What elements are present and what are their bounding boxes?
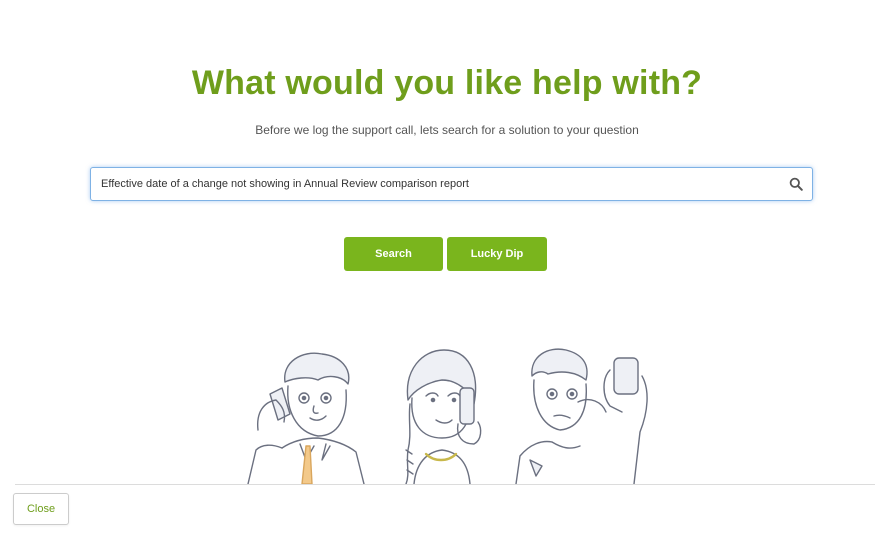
search-icon[interactable] <box>789 177 803 191</box>
lucky-dip-button[interactable]: Lucky Dip <box>447 237 547 271</box>
girl-with-braids-figure <box>405 349 482 484</box>
footer-divider <box>15 484 875 485</box>
page-subtitle: Before we log the support call, lets sea… <box>255 123 639 137</box>
boy-with-phone-figure <box>515 348 648 484</box>
support-search-page: What would you like help with? Before we… <box>0 0 894 540</box>
search-input[interactable] <box>91 168 771 200</box>
man-with-tie-figure <box>247 352 365 484</box>
people-on-phones-illustration <box>247 348 648 484</box>
close-button[interactable]: Close <box>13 493 69 525</box>
page-title: What would you like help with? <box>191 64 703 102</box>
search-button[interactable]: Search <box>344 237 443 271</box>
search-box <box>90 167 813 201</box>
